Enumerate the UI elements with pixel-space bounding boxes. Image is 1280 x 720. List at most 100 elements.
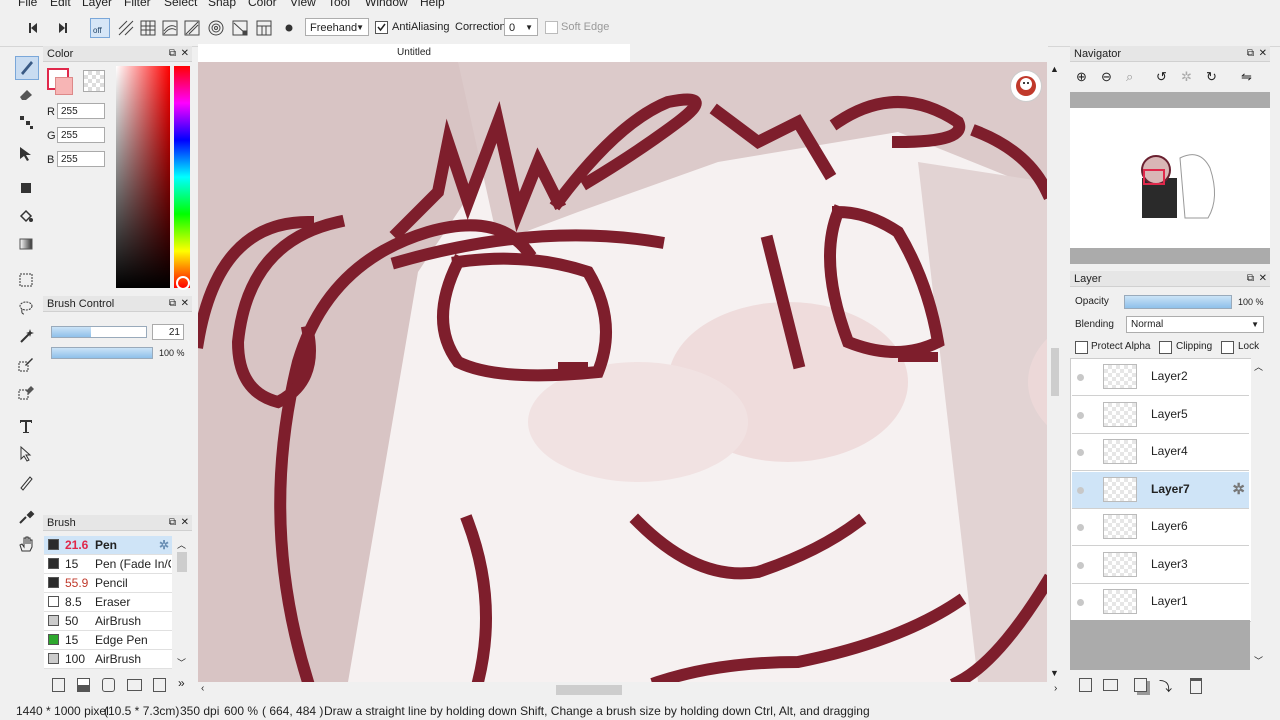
brush-item[interactable]: 8.5 Eraser: [44, 593, 172, 612]
chevron-up-icon[interactable]: ▲: [1050, 64, 1059, 74]
brush-item[interactable]: 15 Edge Pen: [44, 631, 172, 650]
magic-wand-tool-icon[interactable]: [15, 326, 37, 348]
edit-line-tool-icon[interactable]: [15, 472, 37, 494]
visibility-icon[interactable]: [1077, 486, 1084, 494]
layer-list-scrollbar[interactable]: ︿ ﹀: [1251, 358, 1267, 670]
brush-item[interactable]: 15 Pen (Fade In/Out): [44, 555, 172, 574]
blending-dropdown[interactable]: Normal ▼: [1126, 316, 1264, 333]
brush-item[interactable]: 50 AirBrush: [44, 612, 172, 631]
select-pen-tool-icon[interactable]: [15, 354, 37, 376]
close-icon[interactable]: ✕: [181, 296, 189, 312]
visibility-icon[interactable]: [1077, 599, 1084, 606]
dock-icon[interactable]: ⧉: [169, 46, 176, 62]
dock-icon[interactable]: ⧉: [1247, 46, 1254, 62]
copy-layer-icon[interactable]: [1134, 678, 1147, 692]
folder-icon[interactable]: [127, 679, 142, 691]
background-color-swatch[interactable]: [55, 77, 73, 95]
chevron-up-icon[interactable]: ︿: [177, 538, 186, 551]
lasso-tool-icon[interactable]: [15, 298, 37, 320]
polyline-icon[interactable]: [254, 18, 274, 38]
redo-icon[interactable]: [52, 18, 72, 38]
close-icon[interactable]: ✕: [1259, 271, 1267, 287]
soft-edge-checkbox[interactable]: [545, 21, 558, 34]
brush-opacity-slider[interactable]: [51, 347, 153, 359]
layer-row[interactable]: Layer5: [1072, 396, 1249, 434]
eyedropper-tool-icon[interactable]: [15, 506, 37, 528]
hue-slider[interactable]: [174, 66, 190, 288]
scroll-thumb[interactable]: [1051, 348, 1059, 396]
hue-marker[interactable]: [176, 276, 190, 290]
flip-horizontal-icon[interactable]: ⇋: [1241, 69, 1252, 85]
menu-tool[interactable]: Tool: [328, 0, 350, 9]
visibility-icon[interactable]: [1077, 411, 1084, 419]
more-icon[interactable]: »: [178, 676, 185, 690]
rotate-left-icon[interactable]: ↺: [1156, 69, 1167, 85]
correction-dropdown[interactable]: 0 ▼: [504, 18, 538, 36]
zoom-reset-icon[interactable]: ⌕: [1126, 69, 1133, 85]
saturation-value-picker[interactable]: [116, 66, 170, 288]
close-icon[interactable]: ✕: [181, 46, 189, 62]
brush-list-scrollbar[interactable]: ︿ ﹀: [174, 536, 190, 670]
new-layer-icon[interactable]: [1079, 678, 1092, 692]
gear-icon[interactable]: ✲: [159, 536, 169, 554]
menu-snap[interactable]: Snap: [208, 0, 236, 9]
text-tool-icon[interactable]: [15, 416, 37, 438]
menu-view[interactable]: View: [290, 0, 316, 9]
navigator-preview[interactable]: [1070, 108, 1270, 248]
dock-icon[interactable]: ⧉: [1247, 271, 1254, 287]
layer-row[interactable]: Layer7 ✲: [1072, 471, 1249, 509]
chevron-down-icon[interactable]: ▼: [1050, 668, 1059, 678]
transparent-color-swatch[interactable]: [83, 70, 105, 92]
menu-help[interactable]: Help: [420, 0, 445, 9]
rect-select-tool-icon[interactable]: [15, 270, 37, 292]
brush-item[interactable]: 21.6 Pen ✲: [44, 536, 172, 555]
menu-window[interactable]: Window: [365, 0, 408, 9]
operation-tool-icon[interactable]: [15, 444, 37, 466]
clipping-checkbox[interactable]: [1159, 341, 1172, 354]
visibility-icon[interactable]: [1077, 561, 1084, 569]
select-eraser-tool-icon[interactable]: [15, 382, 37, 404]
hatch-icon[interactable]: [116, 18, 136, 38]
brush-size-input[interactable]: 21: [152, 324, 184, 340]
close-icon[interactable]: ✕: [1259, 46, 1267, 62]
zoom-in-icon[interactable]: ⊕: [1076, 69, 1087, 85]
brush-item[interactable]: 100 AirBrush: [44, 650, 172, 669]
chevron-right-icon[interactable]: ›: [1054, 683, 1057, 694]
bucket-tool-icon[interactable]: [15, 206, 37, 228]
layer-row[interactable]: Layer1: [1072, 584, 1249, 621]
gear-icon[interactable]: ✲: [1232, 480, 1245, 498]
copy-brush-icon[interactable]: [77, 678, 90, 692]
trash-icon[interactable]: [1190, 678, 1202, 694]
dock-icon[interactable]: ⧉: [169, 296, 176, 312]
new-brush-icon[interactable]: [52, 678, 65, 692]
r-input[interactable]: 255: [57, 103, 105, 119]
menu-layer[interactable]: Layer: [82, 0, 112, 9]
drawing-canvas[interactable]: [198, 62, 1047, 682]
merge-layer-icon[interactable]: ⤵: [1159, 676, 1172, 695]
pen-tool-icon[interactable]: [15, 56, 39, 80]
brush-settings-icon[interactable]: [102, 678, 115, 692]
stabilizer-off-button[interactable]: off: [90, 18, 110, 38]
eraser-tool-icon[interactable]: [15, 84, 37, 106]
undo-icon[interactable]: [24, 18, 44, 38]
rotate-reset-icon[interactable]: ✲: [1181, 69, 1192, 85]
dot-pattern-tool-icon[interactable]: [15, 112, 37, 134]
grid-icon[interactable]: [138, 18, 158, 38]
menu-filter[interactable]: Filter: [124, 0, 151, 9]
visibility-icon[interactable]: [1077, 524, 1084, 531]
concentric-circle-icon[interactable]: [206, 18, 226, 38]
scroll-thumb[interactable]: [177, 552, 187, 572]
chevron-down-icon[interactable]: ﹀: [177, 656, 186, 669]
parallel-line-icon[interactable]: [160, 18, 180, 38]
menu-select[interactable]: Select: [164, 0, 197, 9]
brush-item[interactable]: 55.9 Pencil: [44, 574, 172, 593]
canvas-vertical-scrollbar[interactable]: ▲ ▼: [1047, 62, 1063, 682]
document-tab[interactable]: Untitled: [198, 44, 630, 62]
b-input[interactable]: 255: [57, 151, 105, 167]
brush-size-slider[interactable]: [51, 326, 147, 338]
menu-edit[interactable]: Edit: [50, 0, 71, 9]
chevron-left-icon[interactable]: ‹: [201, 683, 204, 694]
g-input[interactable]: 255: [57, 127, 105, 143]
rotate-right-icon[interactable]: ↻: [1206, 69, 1217, 85]
close-icon[interactable]: ✕: [181, 515, 189, 531]
